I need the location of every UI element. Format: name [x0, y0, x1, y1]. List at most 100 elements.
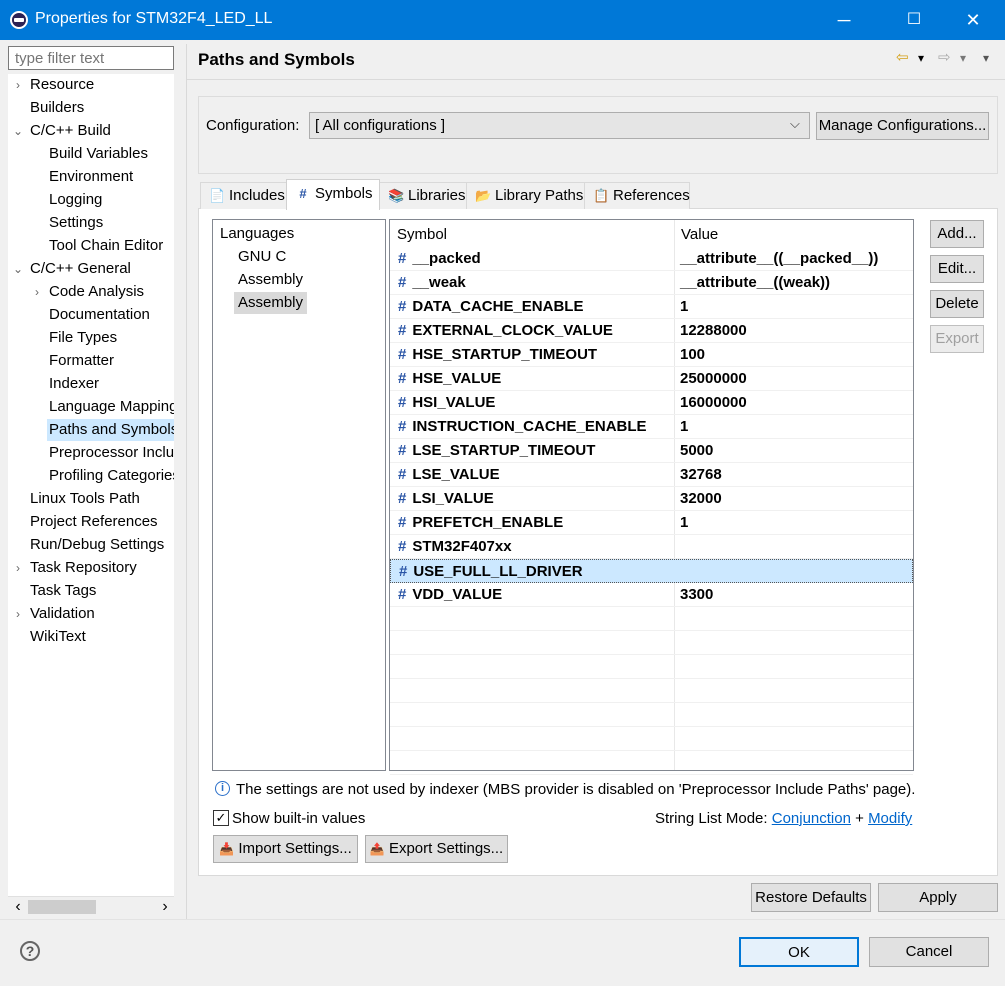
language-item[interactable]: GNU C: [238, 246, 286, 268]
chevron-down-icon[interactable]: ⌄: [12, 258, 24, 280]
table-row[interactable]: # DATA_CACHE_ENABLE 1: [390, 295, 913, 319]
delete-button[interactable]: Delete: [930, 290, 984, 318]
table-row[interactable]: # USE_FULL_LL_DRIVER: [390, 559, 913, 583]
tree-item[interactable]: Documentation: [49, 304, 150, 326]
tree-item[interactable]: Builders: [30, 97, 84, 119]
table-row[interactable]: # __packed __attribute__((__packed__)): [390, 247, 913, 271]
symbol-column-header[interactable]: Symbol: [397, 223, 447, 247]
help-icon[interactable]: ?: [20, 941, 40, 961]
chevron-right-icon[interactable]: ›: [12, 603, 24, 625]
view-menu-icon[interactable]: ▾: [983, 51, 989, 65]
symbol-cell: # EXTERNAL_CLOCK_VALUE: [398, 319, 613, 343]
minimize-button[interactable]: ─: [821, 0, 867, 40]
tree-item[interactable]: Indexer: [49, 373, 99, 395]
hash-icon: #: [399, 563, 408, 580]
scroll-thumb[interactable]: [28, 900, 96, 914]
tree-item[interactable]: C/C++ Build: [30, 120, 111, 142]
cancel-button[interactable]: Cancel: [869, 937, 989, 967]
properties-tree[interactable]: Resource › Builders C/C++ Build ⌄ Build Varia…: [8, 74, 174, 896]
value-cell: 3300: [680, 586, 714, 603]
chevron-right-icon[interactable]: ›: [12, 74, 24, 96]
maximize-button[interactable]: ☐: [891, 0, 937, 40]
tree-item[interactable]: Project References: [30, 511, 158, 533]
tree-item[interactable]: Profiling Categories: [49, 465, 174, 487]
back-menu-icon[interactable]: ▾: [918, 51, 924, 65]
add-button[interactable]: Add...: [930, 220, 984, 248]
tab-includes[interactable]: 📄 Includes: [200, 182, 287, 209]
tree-horizontal-scrollbar[interactable]: ‹ ›: [8, 896, 174, 916]
tab-references[interactable]: 📋 References: [584, 182, 690, 209]
tree-item[interactable]: Preprocessor Include Paths: [49, 442, 174, 464]
table-row[interactable]: # INSTRUCTION_CACHE_ENABLE 1: [390, 415, 913, 439]
export-button[interactable]: Export: [930, 325, 984, 353]
table-row[interactable]: # HSI_VALUE 16000000: [390, 391, 913, 415]
tab-libraries[interactable]: 📚 Libraries: [379, 182, 467, 209]
table-row[interactable]: # HSE_VALUE 25000000: [390, 367, 913, 391]
restore-defaults-button[interactable]: Restore Defaults: [751, 883, 871, 912]
ok-button[interactable]: OK: [739, 937, 859, 967]
language-item[interactable]: Assembly: [234, 292, 308, 314]
apply-button[interactable]: Apply: [878, 883, 998, 912]
table-row[interactable]: # VDD_VALUE 3300: [390, 583, 913, 607]
table-row[interactable]: # STM32F407xx: [390, 535, 913, 559]
table-row[interactable]: # LSE_VALUE 32768: [390, 463, 913, 487]
tree-item[interactable]: Language Mappings: [49, 396, 174, 418]
tree-item[interactable]: Paths and Symbols: [47, 419, 174, 441]
tree-item[interactable]: Environment: [49, 166, 133, 188]
tree-item[interactable]: Build Variables: [49, 143, 148, 165]
table-row[interactable]: # EXTERNAL_CLOCK_VALUE 12288000: [390, 319, 913, 343]
tree-item[interactable]: File Types: [49, 327, 117, 349]
tree-item[interactable]: Task Repository: [30, 557, 137, 579]
tree-item[interactable]: C/C++ General: [30, 258, 131, 280]
tree-item[interactable]: Run/Debug Settings: [30, 534, 164, 556]
chevron-down-icon[interactable]: ⌵: [790, 116, 800, 132]
tab-library-paths[interactable]: 📂 Library Paths: [466, 182, 585, 209]
chevron-down-icon[interactable]: ⌄: [12, 120, 24, 142]
import-settings-button[interactable]: 📥 Import Settings...: [213, 835, 358, 863]
scroll-left-icon[interactable]: ‹: [11, 897, 25, 917]
symbol-name: __packed: [412, 250, 481, 267]
tree-item[interactable]: Task Tags: [30, 580, 96, 602]
empty-table-row: [390, 751, 913, 775]
filter-input[interactable]: [8, 46, 174, 70]
export-icon: 📤: [369, 842, 385, 856]
forward-menu-icon[interactable]: ▾: [960, 51, 966, 65]
tree-item[interactable]: WikiText: [30, 626, 86, 648]
splitter-sash[interactable]: [186, 44, 187, 920]
tree-item[interactable]: Logging: [49, 189, 102, 211]
tree-item[interactable]: Validation: [30, 603, 95, 625]
table-row[interactable]: # PREFETCH_ENABLE 1: [390, 511, 913, 535]
tab-symbols[interactable]: # Symbols: [286, 179, 380, 210]
forward-arrow-icon[interactable]: ⇨: [938, 48, 951, 66]
tree-item[interactable]: Settings: [49, 212, 103, 234]
chevron-right-icon[interactable]: ›: [31, 281, 43, 303]
language-item[interactable]: Assembly: [238, 269, 303, 291]
edit-button[interactable]: Edit...: [930, 255, 984, 283]
close-button[interactable]: ✕: [950, 0, 996, 40]
table-row[interactable]: # LSI_VALUE 32000: [390, 487, 913, 511]
languages-list[interactable]: Languages GNU C Assembly Assembly: [212, 219, 386, 771]
value-column-header[interactable]: Value: [681, 223, 718, 247]
libraries-icon: 📚: [388, 188, 405, 203]
table-row[interactable]: # LSE_STARTUP_TIMEOUT 5000: [390, 439, 913, 463]
tree-item[interactable]: Formatter: [49, 350, 114, 372]
table-row[interactable]: # __weak __attribute__((weak)): [390, 271, 913, 295]
tree-item[interactable]: Code Analysis: [49, 281, 144, 303]
show-builtin-checkbox[interactable]: ✓: [213, 810, 229, 826]
export-settings-button[interactable]: 📤 Export Settings...: [365, 835, 508, 863]
symbol-cell: # __packed: [398, 247, 481, 271]
manage-configurations-button[interactable]: Manage Configurations...: [816, 112, 989, 140]
table-row[interactable]: # HSE_STARTUP_TIMEOUT 100: [390, 343, 913, 367]
chevron-right-icon[interactable]: ›: [12, 557, 24, 579]
modify-link[interactable]: Modify: [868, 810, 912, 827]
show-builtin-label[interactable]: Show built-in values: [232, 810, 365, 827]
back-arrow-icon[interactable]: ⇦: [896, 48, 909, 66]
conjunction-link[interactable]: Conjunction: [772, 810, 851, 827]
scroll-right-icon[interactable]: ›: [158, 897, 172, 917]
tree-item[interactable]: Resource: [30, 74, 94, 96]
symbol-cell: # LSE_STARTUP_TIMEOUT: [398, 439, 595, 463]
configuration-select[interactable]: [ All configurations ]: [309, 112, 810, 139]
symbol-cell: # STM32F407xx: [398, 535, 512, 559]
tree-item[interactable]: Linux Tools Path: [30, 488, 140, 510]
tree-item[interactable]: Tool Chain Editor: [49, 235, 163, 257]
